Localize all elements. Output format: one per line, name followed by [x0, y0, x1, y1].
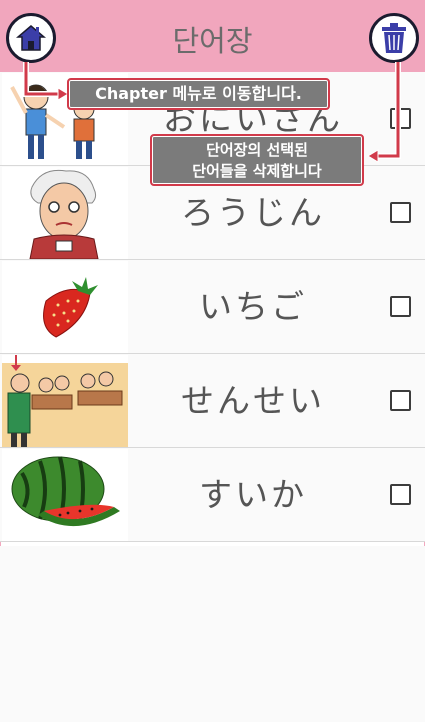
home-tooltip: Chapter 메뉴로 이동합니다.: [67, 78, 330, 110]
home-guide-arrow: [23, 62, 60, 97]
delete-tooltip-line2: 단어들을 삭제합니다: [192, 162, 322, 180]
delete-tooltip-line1: 단어장의 선택된: [206, 141, 308, 159]
delete-guide-arrow: [376, 62, 401, 159]
delete-tooltip: 단어장의 선택된 단어들을 삭제합니다: [150, 134, 364, 186]
